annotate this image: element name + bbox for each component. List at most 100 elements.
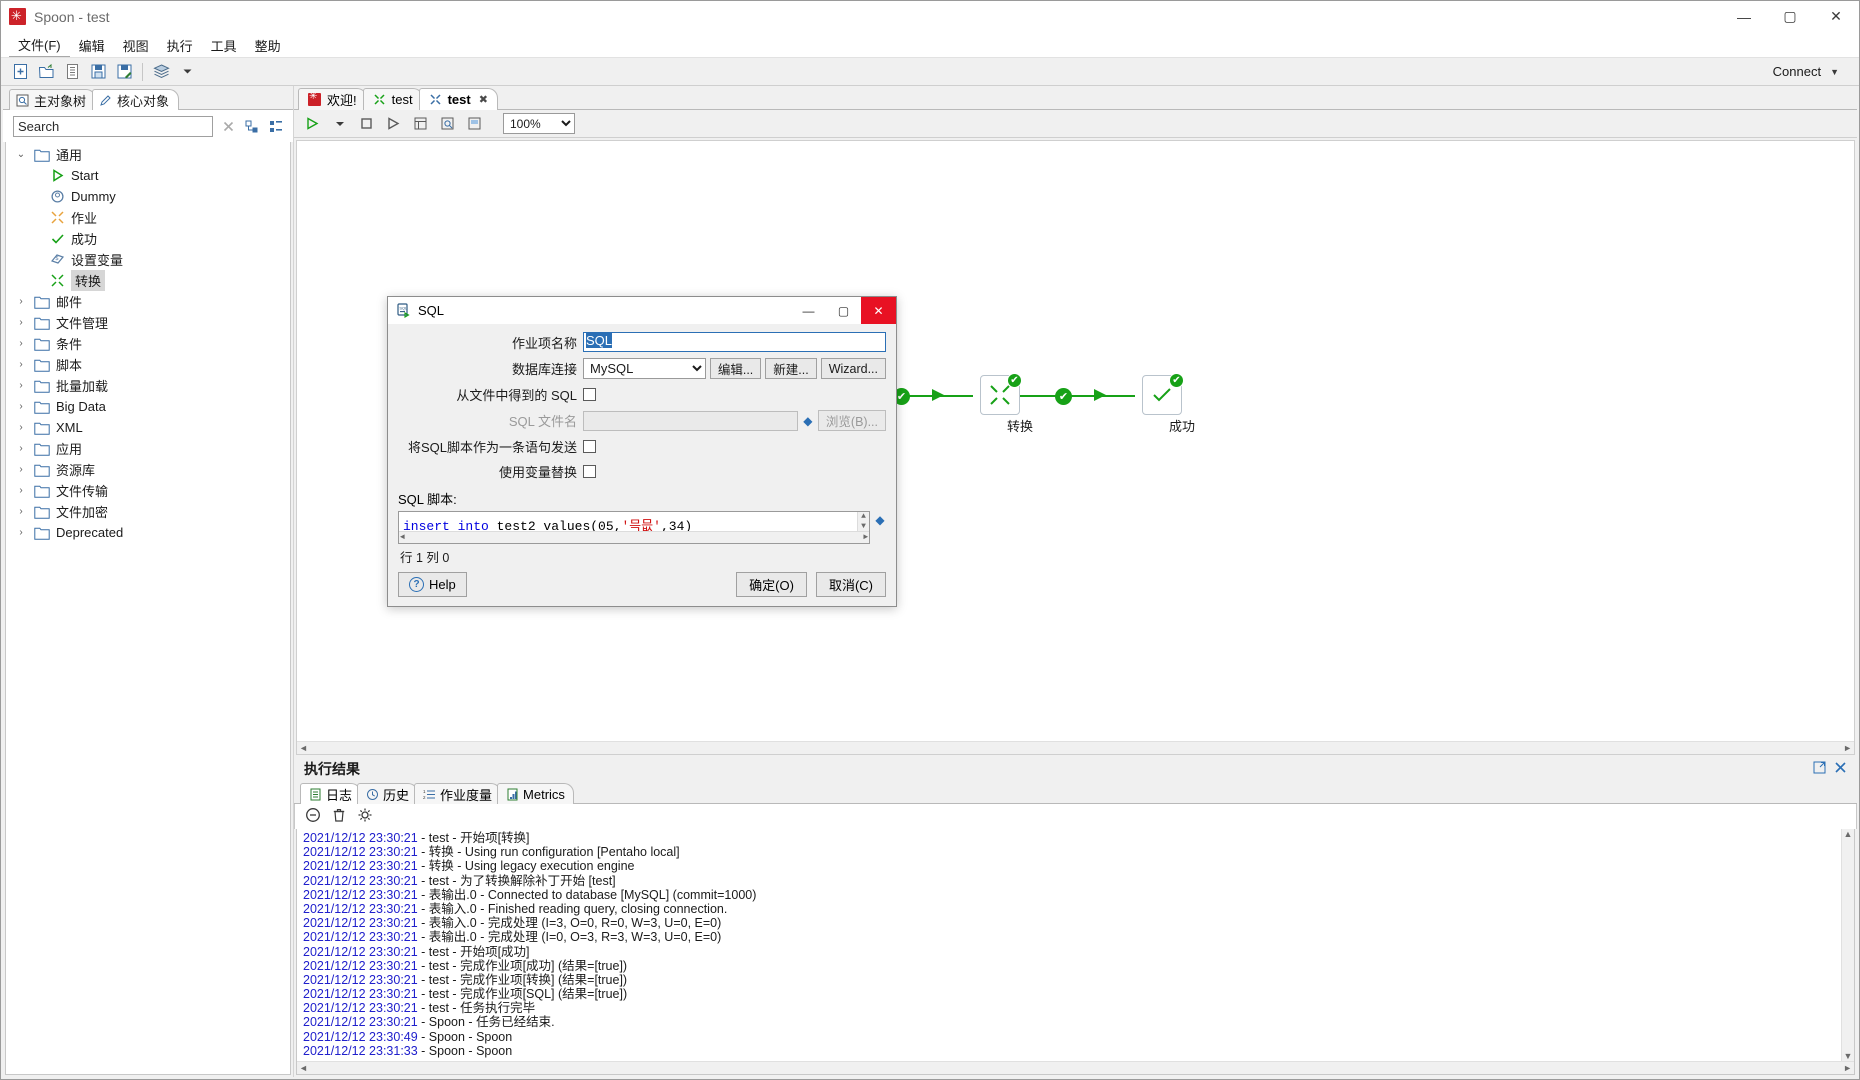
variable-diamond-icon[interactable]: ◆ xyxy=(802,414,814,428)
chevron-right-icon[interactable]: › xyxy=(14,317,28,328)
chevron-right-icon[interactable]: › xyxy=(14,464,28,475)
canvas-horizontal-scrollbar[interactable]: ◄ ► xyxy=(297,741,1854,754)
scroll-down-arrow-icon[interactable]: ▼ xyxy=(861,522,866,531)
variable-substitution-checkbox[interactable] xyxy=(583,465,596,478)
ok-button[interactable]: 确定(O) xyxy=(736,572,807,597)
log-vertical-scrollbar[interactable]: ▲ ▼ xyxy=(1841,829,1854,1061)
tree-node-bulk-loading[interactable]: › 批量加载 xyxy=(6,375,290,396)
tree-node-scripting[interactable]: › 脚本 xyxy=(6,354,290,375)
dialog-maximize-button[interactable]: ▢ xyxy=(826,297,861,324)
job-entry-name-input[interactable]: SQL xyxy=(583,332,886,352)
maximize-panel-icon[interactable] xyxy=(1813,761,1826,777)
scroll-left-arrow-icon[interactable]: ◄ xyxy=(400,533,405,542)
menu-help[interactable]: 整助 xyxy=(246,34,290,57)
search-input[interactable] xyxy=(13,116,213,137)
sql-editor-vertical-scrollbar[interactable]: ▲ ▼ xyxy=(857,512,869,531)
tab-log[interactable]: 日志 xyxy=(300,783,362,804)
browse-file-button[interactable]: 浏览(B)... xyxy=(817,410,886,431)
chevron-right-icon[interactable]: › xyxy=(14,401,28,412)
clear-x-icon[interactable] xyxy=(219,118,237,136)
sql-variable-diamond-icon[interactable]: ◆ xyxy=(874,511,886,544)
close-panel-icon[interactable] xyxy=(1834,761,1847,777)
tree-node-utility[interactable]: › 应用 xyxy=(6,438,290,459)
chevron-right-icon[interactable]: › xyxy=(14,338,28,349)
tab-job-metrics[interactable]: 12 作业度量 xyxy=(414,783,502,804)
tree-node-file-encryption[interactable]: › 文件加密 xyxy=(6,501,290,522)
pause-button[interactable] xyxy=(381,113,406,135)
close-icon[interactable]: ✖ xyxy=(479,93,488,106)
scroll-down-arrow-icon[interactable]: ▼ xyxy=(1844,1051,1853,1061)
save-as-button[interactable] xyxy=(111,60,137,84)
minimize-button[interactable]: — xyxy=(1721,1,1767,33)
close-button[interactable]: ✕ xyxy=(1813,1,1859,33)
layers-icon[interactable] xyxy=(148,60,174,84)
tab-welcome[interactable]: 欢迎! xyxy=(298,88,367,110)
chevron-right-icon[interactable]: › xyxy=(14,422,28,433)
chevron-down-icon[interactable]: ⌄ xyxy=(14,149,28,160)
preview-icon[interactable] xyxy=(408,113,433,135)
menu-view[interactable]: 视图 xyxy=(114,34,158,57)
clear-log-button[interactable] xyxy=(305,807,321,826)
tree-node-mail[interactable]: › 邮件 xyxy=(6,291,290,312)
zoom-select[interactable]: 25%50%75%100%150%200% xyxy=(503,113,575,134)
tree-item-job[interactable]: 作业 xyxy=(6,207,290,228)
tab-main-object-tree[interactable]: 主对象树 xyxy=(9,89,97,110)
tree-node-xml[interactable]: › XML xyxy=(6,417,290,438)
sql-from-file-checkbox[interactable] xyxy=(583,388,596,401)
menu-run[interactable]: 执行 xyxy=(158,34,202,57)
cancel-button[interactable]: 取消(C) xyxy=(815,572,886,597)
tab-test-job[interactable]: test ✖ xyxy=(418,88,498,110)
dialog-close-button[interactable]: ✕ xyxy=(861,297,896,324)
scroll-left-arrow-icon[interactable]: ◄ xyxy=(299,1063,308,1073)
tree-node-big-data[interactable]: › Big Data xyxy=(6,396,290,417)
run-options-dropdown[interactable] xyxy=(327,113,352,135)
stop-button[interactable] xyxy=(354,113,379,135)
tree-item-start[interactable]: Start xyxy=(6,165,290,186)
send-single-statement-checkbox[interactable] xyxy=(583,440,596,453)
scroll-up-arrow-icon[interactable]: ▲ xyxy=(1844,829,1853,839)
chevron-right-icon[interactable]: › xyxy=(14,485,28,496)
explore-repository-button[interactable] xyxy=(59,60,85,84)
collapse-all-icon[interactable] xyxy=(243,118,261,136)
tree-item-dummy[interactable]: Dummy xyxy=(6,186,290,207)
tree-item-success[interactable]: 成功 xyxy=(6,228,290,249)
chevron-right-icon[interactable]: › xyxy=(14,527,28,538)
tree-node-conditions[interactable]: › 条件 xyxy=(6,333,290,354)
edit-connection-button[interactable]: 编辑... xyxy=(709,358,762,379)
save-button[interactable] xyxy=(85,60,111,84)
wizard-connection-button[interactable]: Wizard... xyxy=(820,358,886,379)
menu-file[interactable]: 文件(F) xyxy=(9,33,70,58)
replay-icon[interactable] xyxy=(462,113,487,135)
tab-core-objects[interactable]: 核心对象 xyxy=(92,89,180,110)
maximize-button[interactable]: ▢ xyxy=(1767,1,1813,33)
chevron-right-icon[interactable]: › xyxy=(14,359,28,370)
tree-node-repository[interactable]: › 资源库 xyxy=(6,459,290,480)
sql-editor-horizontal-scrollbar[interactable]: ◄ ► xyxy=(399,531,869,543)
tab-metrics[interactable]: Metrics xyxy=(497,783,574,804)
scroll-left-arrow-icon[interactable]: ◄ xyxy=(299,743,308,753)
log-horizontal-scrollbar[interactable]: ◄ ► xyxy=(297,1061,1854,1074)
tree-node-file-management[interactable]: › 文件管理 xyxy=(6,312,290,333)
chevron-right-icon[interactable]: › xyxy=(14,296,28,307)
tree-node-file-transfer[interactable]: › 文件传输 xyxy=(6,480,290,501)
menu-tools[interactable]: 工具 xyxy=(202,34,246,57)
tab-history[interactable]: 历史 xyxy=(357,783,419,804)
scroll-right-arrow-icon[interactable]: ► xyxy=(1843,1063,1852,1073)
sql-job-entry-dialog[interactable]: SQL SQL — ▢ ✕ 作业项名称 SQL 数据库连接 MySQL 编辑..… xyxy=(387,296,897,607)
connection-select[interactable]: MySQL xyxy=(583,358,706,379)
trash-icon[interactable] xyxy=(331,807,347,826)
chevron-right-icon[interactable]: › xyxy=(14,443,28,454)
layers-dropdown-button[interactable] xyxy=(174,60,200,84)
scroll-up-arrow-icon[interactable]: ▲ xyxy=(861,512,866,521)
gear-icon[interactable] xyxy=(357,807,373,826)
new-file-button[interactable] xyxy=(7,60,33,84)
tree-item-transformation[interactable]: 转换 xyxy=(6,270,290,291)
sql-filename-input[interactable] xyxy=(583,410,798,431)
tree-node-general[interactable]: ⌄ 通用 xyxy=(6,144,290,165)
connect-area[interactable]: Connect ▼ xyxy=(1773,64,1853,79)
run-button[interactable] xyxy=(300,113,325,135)
open-file-button[interactable] xyxy=(33,60,59,84)
log-output[interactable]: 2021/12/12 23:30:21 - test - 开始项[转换] 2021… xyxy=(296,829,1855,1075)
sql-script-editor[interactable]: insert into test2 values(05,'믁믒',34) ▲ ▼… xyxy=(398,511,870,544)
dialog-minimize-button[interactable]: — xyxy=(791,297,826,324)
